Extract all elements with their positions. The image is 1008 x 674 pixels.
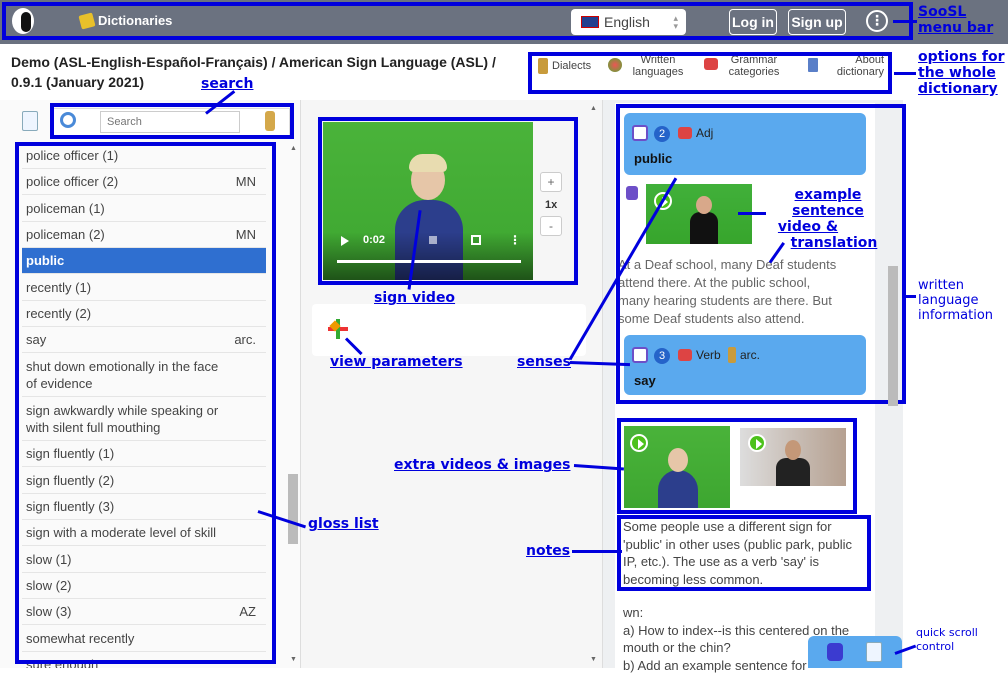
scroll-down-icon[interactable]: ▼ [590,656,597,663]
annotation-label: menu bar [918,20,994,36]
annotation-label: sign video [374,290,456,306]
scroll-up-icon[interactable]: ▲ [590,105,597,112]
speed-plus-button[interactable]: + [540,172,562,192]
annotation-label: dictionary [918,81,998,97]
parameters-icon[interactable] [328,319,348,339]
speed-minus-button[interactable]: - [540,216,562,236]
annotation-label: quick scroll [916,626,978,639]
annotation-label: video & [777,219,839,235]
annotation-label: control [916,640,955,653]
annotation-label: view parameters [330,354,463,370]
annotation-label: language [918,293,979,308]
annotation-label: written [918,278,965,293]
scroll-down-icon[interactable]: ▼ [290,656,297,663]
annotation-label: gloss list [308,516,379,532]
annotation-label: information [918,308,994,323]
annotation-label: notes [526,543,571,559]
quick-scroll-control [808,636,902,668]
annotation-label: extra videos & images [394,457,571,473]
annotation-label: SooSL [918,4,967,20]
right-scrollbar[interactable] [888,266,898,406]
annotation-label: translation [790,235,878,251]
gloss-scrollbar[interactable] [288,474,298,544]
annotation-label: options for [918,49,1005,65]
speed-label: 1x [545,199,558,211]
annotation-label: example sentence [792,187,864,219]
document-icon[interactable] [22,111,38,131]
document-icon[interactable] [866,642,882,662]
annotation-label: search [201,76,254,92]
annotation-label: the whole [918,65,996,81]
scroll-up-icon[interactable]: ▲ [290,145,297,152]
annotation-label: senses [517,354,571,370]
hand-icon[interactable] [827,643,843,661]
